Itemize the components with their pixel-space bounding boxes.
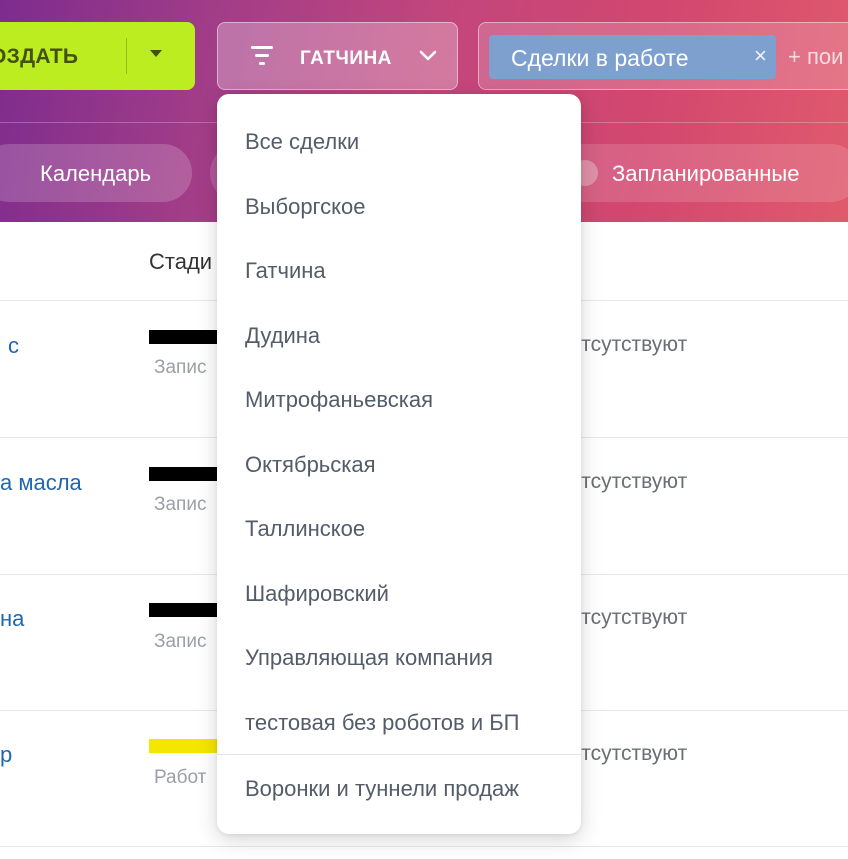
deal-title-link[interactable]: с (8, 333, 19, 359)
filter-chip[interactable]: Сделки в работе × (489, 35, 776, 79)
menu-item-dudina[interactable]: Дудина (245, 323, 320, 349)
menu-item-vyborgskoe[interactable]: Выборгское (245, 194, 365, 220)
close-icon[interactable]: × (754, 43, 767, 69)
caret-down-icon[interactable] (150, 50, 162, 57)
menu-item-mitrofanevskaya[interactable]: Митрофаньевская (245, 387, 433, 413)
activity-status: отсутствуют (570, 606, 688, 629)
stage-label: Запис (154, 631, 207, 652)
calendar-button[interactable]: Календарь (0, 144, 192, 202)
stage-column-header[interactable]: Стади (149, 249, 212, 275)
row-divider (0, 846, 848, 847)
search-input[interactable]: + пои (788, 44, 843, 70)
menu-item-oktyabrskaya[interactable]: Октябрьская (245, 452, 376, 478)
deal-title-link[interactable]: на (0, 606, 24, 632)
deal-title-link[interactable]: а масла (0, 470, 82, 496)
menu-item-test-no-robots[interactable]: тестовая без роботов и БП (245, 710, 519, 736)
pipeline-filter-label: ГАТЧИНА (300, 48, 392, 69)
filter-icon (251, 45, 273, 67)
menu-item-shafirovsky[interactable]: Шафировский (245, 581, 389, 607)
stage-label: Запис (154, 357, 207, 378)
activity-status: отсутствуют (570, 333, 688, 356)
pipeline-dropdown-menu: Все сделки Выборгское Гатчина Дудина Мит… (217, 94, 581, 834)
create-button[interactable]: ОЗДАТЬ (0, 22, 195, 90)
stage-label: Запис (154, 494, 207, 515)
menu-item-gatchina[interactable]: Гатчина (245, 258, 326, 284)
menu-divider (217, 754, 581, 755)
chevron-down-icon (419, 50, 437, 61)
search-filter-box[interactable]: Сделки в работе × + пои (478, 22, 848, 90)
stage-label: Работ (154, 767, 207, 788)
filter-chip-label: Сделки в работе (511, 45, 689, 71)
menu-item-management-company[interactable]: Управляющая компания (245, 645, 493, 671)
activity-status: отсутствуют (570, 470, 688, 493)
menu-item-tallinskoe[interactable]: Таллинское (245, 516, 365, 542)
create-button-divider (126, 38, 127, 74)
menu-item-all-deals[interactable]: Все сделки (245, 129, 359, 155)
planned-filter-label[interactable]: Запланированные (612, 161, 799, 187)
calendar-button-label: Календарь (40, 161, 152, 186)
create-button-label: ОЗДАТЬ (0, 45, 79, 68)
menu-item-funnels-and-tunnels[interactable]: Воронки и туннели продаж (245, 776, 519, 802)
activity-status: отсутствуют (570, 742, 688, 765)
pipeline-filter-button[interactable]: ГАТЧИНА (217, 22, 458, 90)
deal-title-link[interactable]: р (0, 742, 12, 768)
